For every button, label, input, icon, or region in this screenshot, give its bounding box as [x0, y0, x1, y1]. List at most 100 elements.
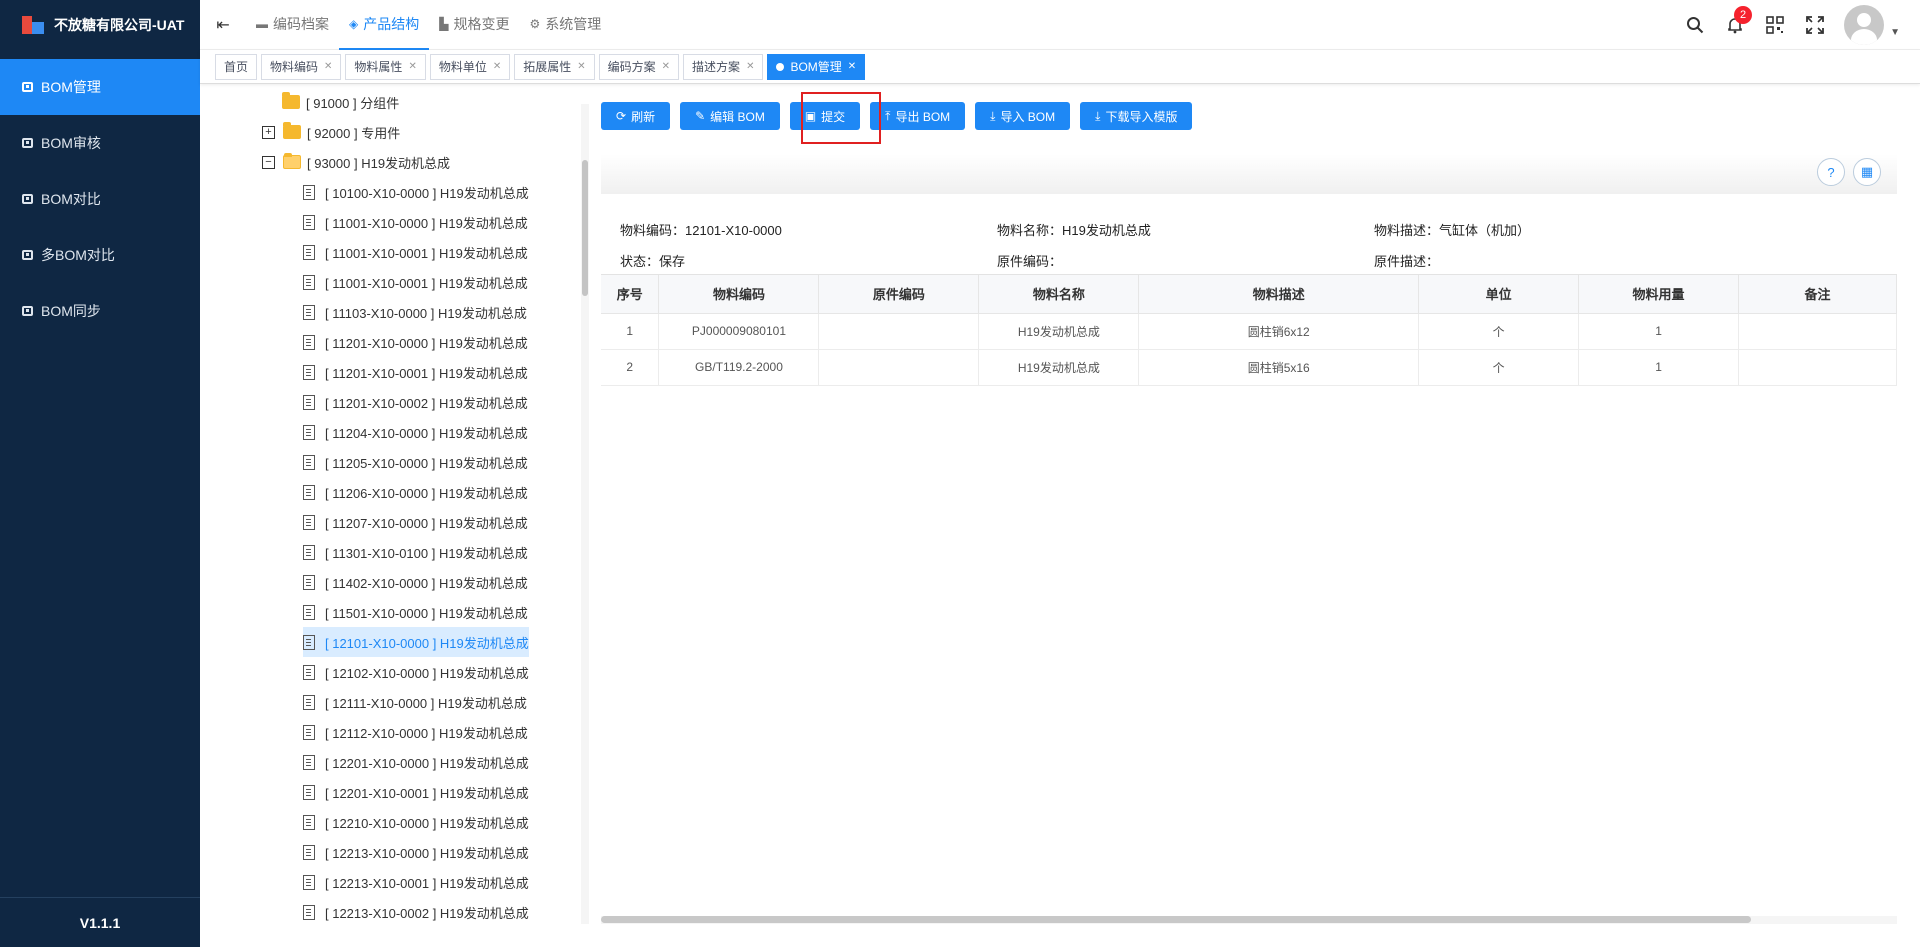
- sidebar-item-bom-compare[interactable]: BOM对比: [0, 171, 200, 227]
- collapse-icon[interactable]: −: [262, 155, 275, 169]
- tree-leaf-node[interactable]: [ 12101-X10-0000 ] H19发动机总成: [303, 627, 529, 657]
- tree-leaf-node[interactable]: [ 11301-X10-0100 ] H19发动机总成: [303, 537, 528, 567]
- tag-coding-scheme[interactable]: 编码方案 ✕: [598, 53, 680, 80]
- column-header[interactable]: 物料用量: [1578, 275, 1739, 314]
- table-row[interactable]: 2 GB/T119.2-2000 H19发动机总成 圆柱销5x16 个 1: [601, 349, 1897, 386]
- export-bom-button[interactable]: ⤒ 导出 BOM: [870, 102, 966, 130]
- column-settings-icon[interactable]: ▦: [1853, 158, 1881, 186]
- tree-leaf-node[interactable]: [ 12213-X10-0001 ] H19发动机总成: [303, 867, 529, 897]
- tree-leaf-node[interactable]: [ 11205-X10-0000 ] H19发动机总成: [303, 447, 528, 477]
- fullscreen-icon[interactable]: [1804, 14, 1826, 36]
- close-icon[interactable]: ✕: [408, 61, 416, 72]
- table-cell: 个: [1418, 349, 1580, 386]
- close-icon[interactable]: ✕: [493, 61, 501, 72]
- sidebar-item-bom-management[interactable]: BOM管理: [0, 59, 200, 115]
- tree-node-label: [ 12101-X10-0000 ] H19发动机总成: [325, 635, 529, 651]
- tree-group-node[interactable]: + [ 92000 ] 专用件: [262, 117, 400, 147]
- menu-icon: [22, 194, 33, 204]
- tag-extended-attribute[interactable]: 拓展属性 ✕: [514, 53, 595, 80]
- column-header[interactable]: 序号: [601, 275, 660, 314]
- tag-description-scheme[interactable]: 描述方案 ✕: [683, 53, 764, 80]
- tree-leaf-node[interactable]: [ 12111-X10-0000 ] H19发动机总成: [303, 687, 527, 717]
- table-cell: PJ000009080101: [658, 313, 820, 350]
- tree-leaf-node[interactable]: [ 12210-X10-0000 ] H19发动机总成: [303, 807, 529, 837]
- menu-icon: [22, 250, 33, 260]
- search-icon[interactable]: [1684, 14, 1706, 36]
- document-icon: [303, 454, 315, 470]
- table-cell: [818, 313, 980, 350]
- top-nav-item-product-structure[interactable]: ◈ 产品结构: [339, 0, 430, 50]
- tag-bom-management[interactable]: BOM管理 ✕: [767, 53, 866, 80]
- tag-material-unit[interactable]: 物料单位 ✕: [429, 53, 511, 80]
- table-cell: [1738, 313, 1897, 350]
- refresh-button[interactable]: ⟳ 刷新: [601, 102, 671, 130]
- sidebar-item-label: 多BOM对比: [41, 247, 115, 263]
- tag-material-attribute[interactable]: 物料属性 ✕: [345, 53, 426, 80]
- tree-group-node[interactable]: [ 91000 ] 分组件: [282, 87, 399, 117]
- top-nav-item-system-management[interactable]: ⚙ 系统管理: [519, 0, 611, 50]
- sidebar-menu: BOM管理 BOM审核 BOM对比 多BOM对比 BOM同步: [0, 59, 200, 339]
- sidebar-item-multi-bom-compare[interactable]: 多BOM对比: [0, 227, 200, 283]
- tree-leaf-node[interactable]: [ 12213-X10-0000 ] H19发动机总成: [303, 837, 529, 867]
- close-icon[interactable]: ✕: [662, 61, 670, 72]
- table-cell: [1738, 349, 1897, 386]
- sidebar-item-bom-sync[interactable]: BOM同步: [0, 283, 200, 339]
- tree-leaf-node[interactable]: [ 11206-X10-0000 ] H19发动机总成: [303, 477, 528, 507]
- close-icon[interactable]: ✕: [577, 61, 585, 72]
- tree-node-label: [ 11207-X10-0000 ] H19发动机总成: [325, 515, 528, 531]
- column-header[interactable]: 物料描述: [1138, 275, 1420, 314]
- top-nav-label: 规格变更: [453, 15, 510, 32]
- top-header: ⇤ ▬ 编码档案 ◈ 产品结构 ▙ 规格变更 ⚙ 系统管理 2 ▼: [200, 0, 1920, 50]
- tree-leaf-node[interactable]: [ 12201-X10-0000 ] H19发动机总成: [303, 747, 529, 777]
- tree-leaf-node[interactable]: [ 11402-X10-0000 ] H19发动机总成: [303, 567, 528, 597]
- collapse-sidebar-icon[interactable]: ⇤: [200, 0, 246, 50]
- column-header[interactable]: 原件编码: [818, 275, 980, 314]
- column-header[interactable]: 物料编码: [658, 275, 820, 314]
- tree-leaf-node[interactable]: [ 11201-X10-0000 ] H19发动机总成: [303, 327, 528, 357]
- column-header[interactable]: 单位: [1418, 275, 1580, 314]
- bell-icon[interactable]: 2: [1724, 6, 1753, 36]
- tree-leaf-node[interactable]: [ 11001-X10-0001 ] H19发动机总成: [303, 267, 528, 297]
- tree-leaf-node[interactable]: [ 11103-X10-0000 ] H19发动机总成: [303, 297, 527, 327]
- table-row[interactable]: 1 PJ000009080101 H19发动机总成 圆柱销6x12 个 1: [601, 313, 1897, 350]
- tag-material-code[interactable]: 物料编码 ✕: [261, 53, 342, 80]
- qrcode-icon[interactable]: [1764, 14, 1786, 36]
- tag-label: 描述方案: [692, 60, 741, 74]
- chevron-down-icon[interactable]: ▼: [1890, 27, 1900, 38]
- tree-leaf-node[interactable]: [ 11204-X10-0000 ] H19发动机总成: [303, 417, 528, 447]
- tree-leaf-node[interactable]: [ 11001-X10-0000 ] H19发动机总成: [303, 207, 528, 237]
- tree-leaf-node[interactable]: [ 12213-X10-0002 ] H19发动机总成: [303, 897, 529, 924]
- tree-leaf-node[interactable]: [ 12201-X10-0001 ] H19发动机总成: [303, 777, 529, 807]
- top-nav-item-code-archive[interactable]: ▬ 编码档案: [246, 0, 339, 50]
- tree-leaf-node[interactable]: [ 11501-X10-0000 ] H19发动机总成: [303, 597, 528, 627]
- tree-leaf-node[interactable]: [ 11001-X10-0001 ] H19发动机总成: [303, 237, 528, 267]
- column-header[interactable]: 物料名称: [978, 275, 1140, 314]
- tree-leaf-node[interactable]: [ 11207-X10-0000 ] H19发动机总成: [303, 507, 528, 537]
- close-icon[interactable]: ✕: [324, 61, 332, 72]
- import-bom-button[interactable]: ⤓ 导入 BOM: [975, 102, 1071, 130]
- document-icon: [303, 484, 315, 500]
- download-template-button[interactable]: ⤓ 下载导入模版: [1080, 102, 1193, 130]
- tree-node-label: [ 12213-X10-0000 ] H19发动机总成: [325, 845, 529, 861]
- tag-home[interactable]: 首页: [215, 53, 258, 80]
- close-icon[interactable]: ✕: [746, 61, 754, 72]
- tree-group-node[interactable]: − [ 93000 ] H19发动机总成: [262, 147, 450, 177]
- table-hscroll-thumb[interactable]: [601, 916, 1751, 923]
- tree-leaf-node[interactable]: [ 12102-X10-0000 ] H19发动机总成: [303, 657, 529, 687]
- tree-leaf-node[interactable]: [ 11201-X10-0001 ] H19发动机总成: [303, 357, 528, 387]
- tree-leaf-node[interactable]: [ 10100-X10-0000 ] H19发动机总成: [303, 177, 529, 207]
- tree-leaf-node[interactable]: [ 12112-X10-0000 ] H19发动机总成: [303, 717, 528, 747]
- document-icon: [303, 874, 315, 890]
- close-icon[interactable]: ✕: [848, 61, 856, 72]
- table-cell: 1: [1578, 349, 1739, 386]
- column-header[interactable]: 备注: [1738, 275, 1897, 314]
- tree-scrollbar[interactable]: [582, 160, 588, 296]
- user-avatar[interactable]: [1844, 5, 1885, 45]
- top-nav-item-spec-change[interactable]: ▙ 规格变更: [429, 0, 519, 50]
- sidebar-item-bom-review[interactable]: BOM审核: [0, 115, 200, 171]
- tree-leaf-node[interactable]: [ 11201-X10-0002 ] H19发动机总成: [303, 387, 528, 417]
- edit-bom-button[interactable]: ✎ 编辑 BOM: [680, 102, 780, 130]
- tree-node-label: [ 11201-X10-0000 ] H19发动机总成: [325, 335, 528, 351]
- expand-icon[interactable]: +: [262, 125, 275, 139]
- help-icon[interactable]: ?: [1817, 158, 1845, 186]
